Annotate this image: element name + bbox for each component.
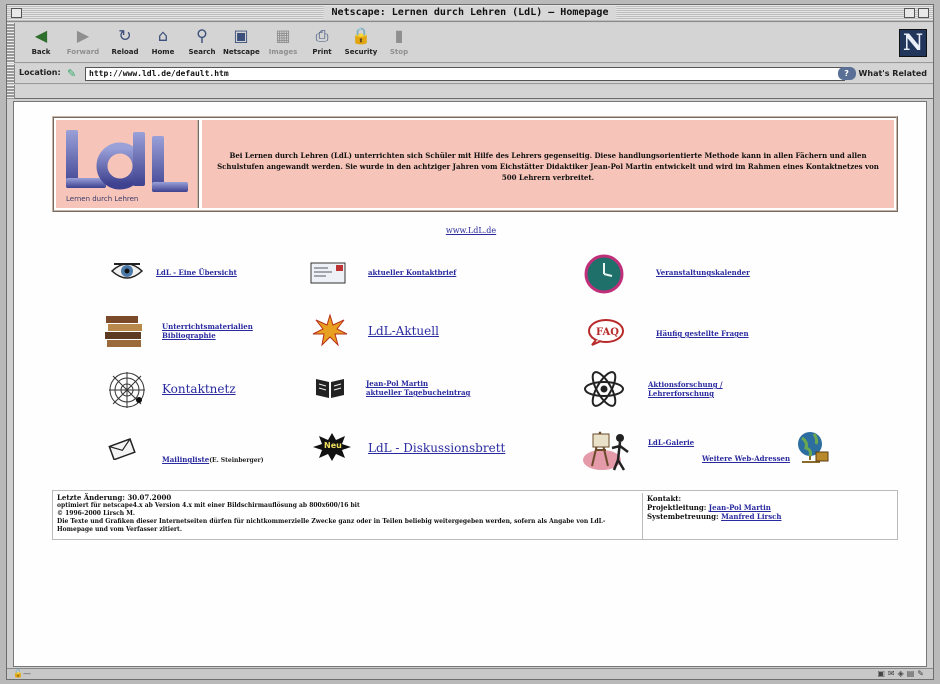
personal-toolbar-grip[interactable] <box>7 85 15 99</box>
url-field[interactable]: http://www.ldl.de/default.htm <box>85 67 845 81</box>
link-kontaktnetz[interactable]: Kontaktnetz <box>162 382 236 396</box>
bookmark-page-icon[interactable]: ✎ <box>67 67 81 81</box>
reload-button[interactable]: ↻ Reload <box>107 26 143 60</box>
site-link[interactable]: www.LdL.de <box>14 226 926 235</box>
whats-related-button[interactable]: ? What's Related <box>837 67 927 80</box>
images-icon: ▦ <box>275 26 291 45</box>
navigation-toolbar: ◀ Back ▶ Forward ↻ Reload ⌂ Home ⚲ Searc… <box>7 23 933 63</box>
header-table: Lernen durch Lehren Bei Lernen durch Leh… <box>52 116 898 212</box>
home-icon: ⌂ <box>157 26 169 45</box>
disclaimer: Die Texte und Grafiken dieser Internetse… <box>57 518 606 533</box>
page-content: Lernen durch Lehren Bei Lernen durch Leh… <box>13 101 927 667</box>
link-tagebuch[interactable]: aktueller Tagebucheintrag <box>366 388 470 397</box>
footer-contact: Kontakt: Projektleitung: Jean-Pol Martin… <box>645 493 895 539</box>
print-icon: ⎙ <box>315 26 329 45</box>
explosion-icon <box>312 314 348 346</box>
spiderweb-icon <box>109 372 145 408</box>
eye-icon <box>110 263 144 279</box>
forward-button[interactable]: ▶ Forward <box>65 26 101 60</box>
painter-easel-icon <box>583 431 629 471</box>
last-change: Letzte Änderung: 30.07.2000 <box>57 493 172 502</box>
ldl-logo-graphic <box>66 130 188 192</box>
home-button[interactable]: ⌂ Home <box>145 26 181 60</box>
security-status-icon[interactable]: 🔓— <box>13 669 31 678</box>
atom-icon <box>584 371 624 407</box>
intro-cell: Bei Lernen durch Lehren (LdL) unterricht… <box>202 120 894 208</box>
mail-letters-icon <box>108 438 136 460</box>
optimized-note: optimiert für netscape4.x ab Version 4.x… <box>57 502 360 509</box>
location-grip[interactable] <box>7 64 15 84</box>
security-button[interactable]: 🔒 Security <box>343 26 379 60</box>
collapse-box[interactable] <box>918 8 929 18</box>
mailingliste-line: Mailingliste(E. Steinberger) <box>162 447 264 466</box>
link-bibliographie[interactable]: Bibliographie <box>162 331 216 340</box>
netscape-logo[interactable]: N <box>899 29 927 57</box>
close-box[interactable] <box>11 8 22 18</box>
location-label: Location: <box>19 68 61 77</box>
link-kontaktbrief[interactable]: aktueller Kontaktbrief <box>368 268 456 277</box>
search-button[interactable]: ⚲ Search <box>184 26 220 60</box>
back-button[interactable]: ◀ Back <box>23 26 59 60</box>
footer-info: Letzte Änderung: 30.07.2000 optimiert fü… <box>55 493 643 539</box>
search-icon: ⚲ <box>196 26 208 45</box>
component-tray-icons[interactable]: ▣✉◈▤✎ <box>877 669 927 678</box>
reload-icon: ↻ <box>118 26 132 45</box>
stop-button[interactable]: ▮ Stop <box>381 26 417 60</box>
link-kalender[interactable]: Veranstaltungskalender <box>656 268 750 277</box>
project-lead-line: Projektleitung: Jean-Pol Martin <box>647 503 771 512</box>
link-diskussionsbrett[interactable]: LdL - Diskussionsbrett <box>368 441 505 455</box>
globe-icon <box>798 432 829 463</box>
svg-text:FAQ: FAQ <box>596 327 619 338</box>
clock-icon <box>584 254 624 294</box>
browser-window: Netscape: Lernen durch Lehren (LdL) – Ho… <box>6 4 934 680</box>
window-title: Netscape: Lernen durch Lehren (LdL) – Ho… <box>323 6 617 20</box>
link-uebersicht[interactable]: LdL - Eine Übersicht <box>156 268 237 277</box>
netscape-button[interactable]: ▣ Netscape <box>223 26 260 60</box>
location-bar: Location: ✎ http://www.ldl.de/default.ht… <box>7 64 933 84</box>
project-lead-link[interactable]: Jean-Pol Martin <box>709 503 771 512</box>
zoom-box[interactable] <box>904 8 915 18</box>
toolbar-grip[interactable] <box>7 23 15 63</box>
link-jean-pol-martin[interactable]: Jean-Pol Martin <box>366 379 428 388</box>
print-button[interactable]: ⎙ Print <box>304 26 340 60</box>
forward-arrow-icon: ▶ <box>76 26 90 45</box>
related-icon: ? <box>837 67 856 80</box>
sysadmin-line: Systembetreuung: Manfred Lirsch <box>647 512 782 521</box>
faq-icon: FAQ <box>588 319 624 346</box>
link-mailingliste[interactable]: Mailingliste <box>162 455 209 464</box>
logo-caption: Lernen durch Lehren <box>66 195 139 203</box>
link-web-adressen[interactable]: Weitere Web-Adressen <box>702 454 790 463</box>
link-aktionsforschung[interactable]: Aktionsforschung / <box>648 380 723 389</box>
security-lock-icon: 🔒 <box>351 26 371 45</box>
diary-book-icon <box>316 379 344 398</box>
back-arrow-icon: ◀ <box>34 26 48 45</box>
neu-badge-label: Neu <box>324 441 342 450</box>
stop-icon: ▮ <box>394 26 404 45</box>
images-button[interactable]: ▦ Images <box>265 26 301 60</box>
intro-text: Bei Lernen durch Lehren (LdL) unterricht… <box>217 151 879 182</box>
link-materialien[interactable]: Unterrichtsmaterialien <box>162 322 253 331</box>
sysadmin-link[interactable]: Manfred Lirsch <box>721 512 781 521</box>
copyright-note: © 1996-2000 Lirsch M. <box>57 510 135 517</box>
mailingliste-note: (E. Steinberger) <box>209 457 264 464</box>
contact-label: Kontakt: <box>647 494 682 503</box>
books-icon <box>105 316 142 347</box>
title-bar[interactable]: Netscape: Lernen durch Lehren (LdL) – Ho… <box>7 5 933 22</box>
netscape-icon: ▣ <box>233 26 249 45</box>
envelope-icon <box>310 262 346 284</box>
link-lehrerforschung[interactable]: Lehrerforschung <box>648 389 714 398</box>
personal-toolbar <box>7 85 933 99</box>
link-faq[interactable]: Häufig gestellte Fragen <box>656 329 749 338</box>
status-bar: 🔓— ▣✉◈▤✎ <box>7 668 933 679</box>
ldl-logo[interactable]: Lernen durch Lehren <box>56 120 199 208</box>
footer-table: Letzte Änderung: 30.07.2000 optimiert fü… <box>52 490 898 540</box>
link-aktuell[interactable]: LdL-Aktuell <box>368 324 439 338</box>
link-galerie[interactable]: LdL-Galerie <box>648 438 694 447</box>
